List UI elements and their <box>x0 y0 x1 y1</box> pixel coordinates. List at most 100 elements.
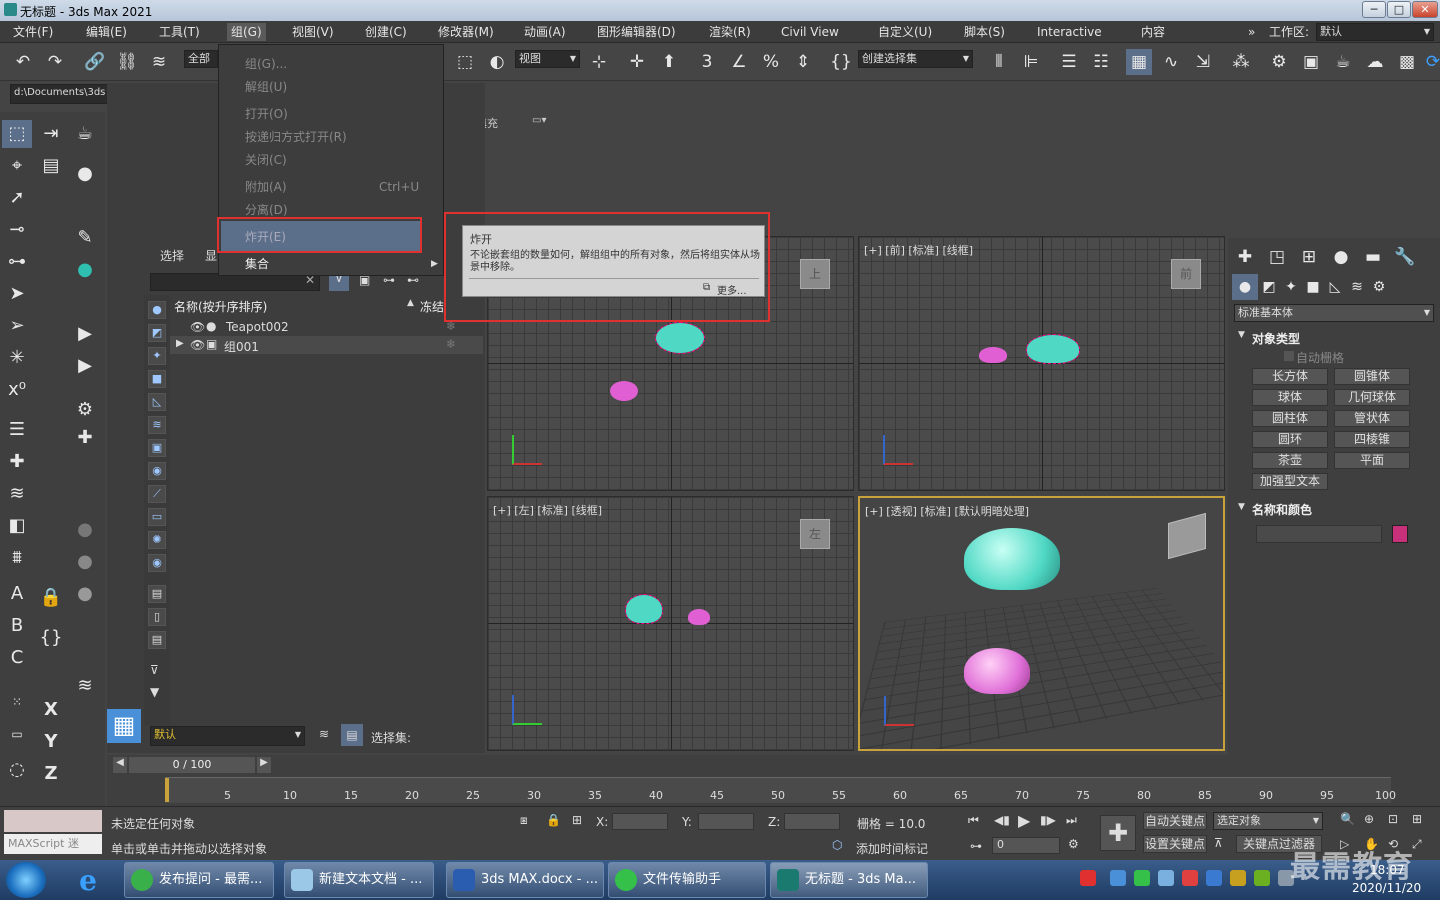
start-button-icon[interactable] <box>6 862 46 898</box>
circle-c-icon[interactable]: ● <box>70 580 100 608</box>
render-frame-icon[interactable]: ▣ <box>1298 49 1324 75</box>
taskbar-item[interactable]: 无标题 - 3ds Ma... <box>770 862 928 898</box>
menu-views[interactable]: 视图(V) <box>288 23 338 41</box>
current-frame-input[interactable]: 0 <box>992 837 1060 854</box>
spacewarps-filter-icon[interactable]: ≋ <box>148 416 166 434</box>
menu-edit[interactable]: 编辑(E) <box>82 23 131 41</box>
bones-filter-icon[interactable]: ⟋ <box>148 485 166 503</box>
object-color-swatch[interactable] <box>1392 525 1408 543</box>
star-tool-icon[interactable]: ✳ <box>2 344 32 372</box>
cylinder-button[interactable]: 圆柱体 <box>1252 410 1328 427</box>
align-icon[interactable]: ⊫ <box>1018 49 1044 75</box>
teapot-pink[interactable] <box>610 381 638 401</box>
sphere-tool-icon[interactable]: ● <box>70 256 100 284</box>
key-mode-icon[interactable]: ⊶ <box>970 839 982 853</box>
named-selection-select[interactable]: 创建选择集 ▼ <box>858 50 973 68</box>
bone-tool-icon[interactable]: ⚙ <box>70 396 100 424</box>
tab-select[interactable]: 选择 <box>160 247 184 264</box>
bind-spacewarp-icon[interactable]: ≋ <box>146 49 172 75</box>
lock-icon[interactable]: 🔒 <box>36 584 66 612</box>
menu-interactive[interactable]: Interactive <box>1033 23 1106 41</box>
viewport-label[interactable]: [+] [左] [标准] [线框] <box>493 502 602 518</box>
layer-select[interactable]: 默认 ▼ <box>150 726 305 746</box>
view-cube[interactable]: 上 <box>800 259 830 289</box>
goto-start-icon[interactable]: ⏮ <box>968 813 979 828</box>
mirror-icon[interactable]: ⫴ <box>986 49 1012 75</box>
percent-snap-icon[interactable]: % <box>758 49 784 75</box>
tab-display[interactable]: 显 <box>205 247 217 264</box>
curve-editor-icon[interactable]: ∿ <box>1158 49 1184 75</box>
snap-tool-icon[interactable]: ⊸ <box>2 216 32 244</box>
qq-tray-icon[interactable] <box>1158 870 1174 886</box>
menu-animation[interactable]: 动画(A) <box>520 23 570 41</box>
menu-item-group[interactable]: 组(G)... <box>245 54 287 74</box>
selection-set-icon[interactable]: ▤ <box>341 724 363 746</box>
text-c-icon[interactable]: C <box>2 644 32 672</box>
teapot-selected[interactable] <box>964 528 1060 590</box>
x-coordinate-input[interactable] <box>612 813 668 830</box>
online-icon[interactable]: ⟳ <box>1420 49 1440 75</box>
render-iterative-icon[interactable]: ▩ <box>1394 49 1420 75</box>
ruler-tool-icon[interactable]: ▭ <box>2 720 32 748</box>
table-row[interactable]: ▶ 👁 ▣ 组001 ❄ <box>170 336 483 354</box>
viewport-perspective[interactable]: [+] [透视] [标准] [默认明暗处理] <box>858 496 1225 751</box>
geosphere-button[interactable]: 几何球体 <box>1334 389 1410 406</box>
create-tab-icon[interactable]: ✚ <box>1232 244 1258 270</box>
teapot-selected[interactable] <box>625 594 663 624</box>
menu-item-close[interactable]: 关闭(C) <box>245 150 287 170</box>
play-icon[interactable]: ▶ <box>1018 811 1030 830</box>
teapot-selected[interactable] <box>1026 334 1080 364</box>
nvidia-tray-icon[interactable] <box>1254 870 1270 886</box>
z-coordinate-input[interactable] <box>784 813 840 830</box>
pivot-icon[interactable]: ⊹ <box>586 49 612 75</box>
groups-filter-icon[interactable]: ▣ <box>148 439 166 457</box>
expand-arrow-icon[interactable]: ▶ <box>176 338 184 349</box>
text-plus-button[interactable]: 加强型文本 <box>1252 473 1328 490</box>
dotted-circle-icon[interactable]: ◌ <box>2 756 32 784</box>
minimize-button[interactable]: ─ <box>1362 1 1386 18</box>
list-tool-icon[interactable]: ☰ <box>2 416 32 444</box>
funnel2-icon[interactable]: ▼ <box>150 685 159 699</box>
app-tray-icon[interactable] <box>1230 870 1246 886</box>
maxscript-input[interactable]: MAXScript 迷 <box>4 834 102 854</box>
maximize-button[interactable]: □ <box>1387 1 1411 18</box>
category-select[interactable]: 标准基本体 ▼ <box>1234 304 1434 322</box>
teapot-tool-icon[interactable]: ☕ <box>70 120 100 148</box>
taskbar-item[interactable]: 发布提问 - 最需... <box>124 862 274 898</box>
selection-lock-icon[interactable]: 🔒 <box>546 813 561 827</box>
braces-icon[interactable]: {} <box>36 624 66 652</box>
redo-icon[interactable]: ↷ <box>42 49 68 75</box>
hierarchy-tab-icon[interactable]: ⊞ <box>1296 244 1322 270</box>
view-cube[interactable] <box>1168 512 1206 560</box>
viewport-label[interactable]: [+] [前] [标准] [线框] <box>864 242 973 258</box>
teapot-pink[interactable] <box>979 347 1007 363</box>
isolate-icon[interactable]: ⧆ <box>520 813 528 828</box>
angle-snap-icon[interactable]: ∠ <box>726 49 752 75</box>
schematic-view-icon[interactable]: ⇲ <box>1190 49 1216 75</box>
box-tool-icon[interactable]: ◧ <box>2 512 32 540</box>
teapot-button[interactable]: 茶壶 <box>1252 452 1328 469</box>
spinner-snap-icon[interactable]: ⇕ <box>790 49 816 75</box>
systems-icon[interactable]: ⚙ <box>1366 274 1392 300</box>
zoom-all-icon[interactable]: ⊕ <box>1364 812 1374 826</box>
axis-y-icon[interactable]: Y <box>36 728 66 756</box>
menu-tools[interactable]: 工具(T) <box>155 23 204 41</box>
scene-explorer-icon[interactable]: ☰ <box>1056 49 1082 75</box>
select-tool-icon[interactable]: ⬚ <box>2 120 32 148</box>
time-prev-button[interactable]: ◀ <box>113 757 127 773</box>
time-cursor[interactable] <box>165 778 169 802</box>
prev-frame-icon[interactable]: ◀▮ <box>994 813 1010 827</box>
taskbar-item[interactable]: 新建文本文档 - ... <box>284 862 434 898</box>
link-icon[interactable]: 🔗 <box>82 49 108 75</box>
menu-graph-editors[interactable]: 图形编辑器(D) <box>593 23 680 41</box>
torus-button[interactable]: 圆环 <box>1252 431 1328 448</box>
render-cloud-icon[interactable]: ☁ <box>1362 49 1388 75</box>
visibility-eye-icon[interactable]: 👁 <box>190 320 205 334</box>
toggle-ribbon-icon[interactable]: ▦ <box>1126 49 1152 75</box>
menu-item-assembly[interactable]: 集合 <box>245 254 269 274</box>
freeform-icon[interactable]: ⇥ <box>36 120 66 148</box>
set-key-button[interactable]: 设置关键点 <box>1143 835 1207 853</box>
menu-rendering[interactable]: 渲染(R) <box>705 23 755 41</box>
shapes-filter-icon[interactable]: ◩ <box>148 324 166 342</box>
list-filter-icon[interactable]: ▤ <box>148 631 166 649</box>
